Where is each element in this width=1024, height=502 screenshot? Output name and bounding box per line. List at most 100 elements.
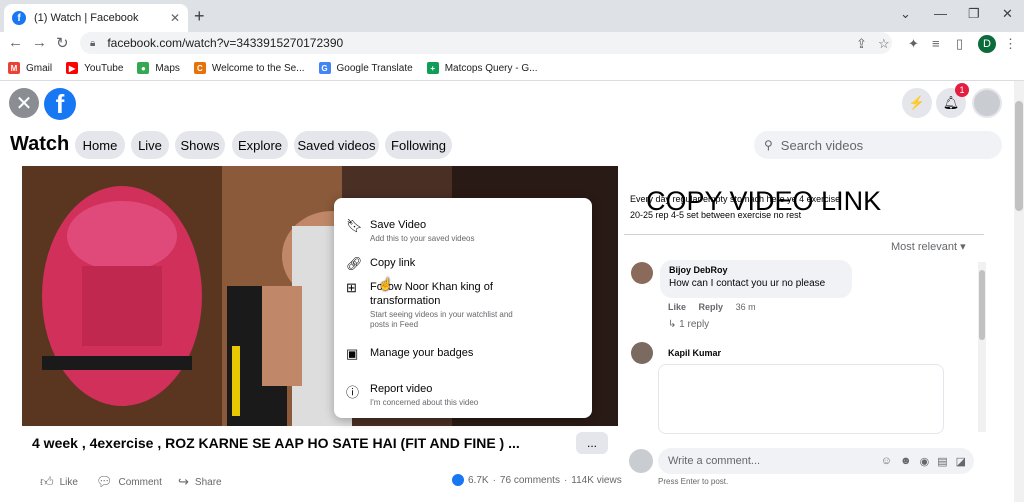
overlay-caption: COPY VIDEO LINK xyxy=(646,186,882,216)
bookmark-favicon-icon: M xyxy=(8,62,20,74)
address-bar[interactable]: 🔒︎ facebook.com/watch?v=3433915270172390 xyxy=(80,32,892,54)
thumbs-up-icon: 👍︎ xyxy=(40,474,54,489)
replies-label: 1 reply xyxy=(679,319,710,330)
tab-close-icon[interactable]: ✕ xyxy=(170,11,180,25)
tab-shows[interactable]: Shows xyxy=(175,131,225,159)
facebook-logo[interactable]: f xyxy=(44,88,76,120)
tab-search-icon[interactable]: ⌄ xyxy=(900,6,911,22)
page-scrollbar[interactable] xyxy=(1014,81,1024,502)
menu-item-follow[interactable]: ⊞ Follow Noor Khan king of transformatio… xyxy=(334,280,534,332)
comment-reply-button[interactable]: Reply xyxy=(699,302,724,312)
extensions-icon[interactable]: ✦ xyxy=(908,36,919,52)
emoji-icon[interactable]: ☻ xyxy=(900,455,912,468)
tab-saved-videos[interactable]: Saved videos xyxy=(294,131,379,159)
sticker-icon[interactable]: ◪ xyxy=(956,455,966,468)
my-avatar xyxy=(629,449,653,473)
side-panel-icon[interactable]: ▯ xyxy=(956,36,963,52)
bookmark-label: Matcops Query - G... xyxy=(444,62,538,74)
more-options-button[interactable]: ... xyxy=(576,432,608,454)
menu-item-save-video[interactable]: 🔖︎ Save Video Add this to your saved vid… xyxy=(334,218,592,250)
sort-dropdown[interactable]: Most relevant ▾ xyxy=(891,240,966,253)
comment-time[interactable]: 36 m xyxy=(736,302,756,312)
gif-icon[interactable]: ▤ xyxy=(937,455,947,468)
follow-icon: ⊞ xyxy=(346,280,357,295)
comment-tools: ☺ ☻ ◉ ▤ ◪ xyxy=(881,455,974,468)
bookmark-star-icon[interactable]: ☆ xyxy=(878,36,890,52)
commenter-avatar[interactable] xyxy=(631,342,653,364)
reload-icon[interactable]: ↻ xyxy=(56,34,69,52)
menu-item-title: Report video xyxy=(370,383,433,395)
search-icon: ⚲ xyxy=(764,138,773,152)
window-close-icon[interactable]: ✕ xyxy=(1002,6,1013,22)
tab-live[interactable]: Live xyxy=(131,131,169,159)
tab-following[interactable]: Following xyxy=(385,131,452,159)
view-replies-link[interactable]: ↳ 1 reply xyxy=(668,319,709,330)
reaction-icon xyxy=(452,474,464,486)
commenter-name[interactable]: Bijoy DebRoy xyxy=(669,265,843,275)
comment-like-button[interactable]: Like xyxy=(668,302,686,312)
menu-item-manage-badges[interactable]: ▣ Manage your badges xyxy=(334,346,592,366)
search-placeholder: Search videos xyxy=(780,137,864,153)
comment-input[interactable]: Write a comment... ☺ ☻ ◉ ▤ ◪ xyxy=(658,448,974,474)
search-input[interactable]: ⚲ Search videos xyxy=(754,131,1002,159)
bookmark-favicon-icon: G xyxy=(318,62,331,74)
facebook-favicon-icon: f xyxy=(12,11,26,25)
share-arrow-icon: ↪ xyxy=(178,474,189,489)
browser-tab[interactable]: f (1) Watch | Facebook ✕ xyxy=(4,4,188,32)
report-icon: ⓘ xyxy=(346,385,360,400)
menu-item-title: Save Video xyxy=(370,219,427,231)
bookmark-item[interactable]: ▶ YouTube xyxy=(66,62,123,74)
lock-icon: 🔒︎ xyxy=(90,37,96,49)
tab-strip: f (1) Watch | Facebook ✕ + ⌄ — ❐ ✕ xyxy=(0,0,1024,32)
like-button[interactable]: 👍︎ Like xyxy=(40,474,78,490)
browser-toolbar: ← → ↻ 🔒︎ facebook.com/watch?v=3433915270… xyxy=(0,32,1024,56)
menu-item-title: Copy link xyxy=(370,257,416,269)
avatar-sticker-icon[interactable]: ☺ xyxy=(881,455,892,468)
close-icon[interactable]: ✕ xyxy=(9,88,39,118)
camera-icon[interactable]: ◉ xyxy=(920,455,930,468)
share-icon[interactable]: ⇪ xyxy=(856,36,867,52)
menu-item-subtitle: I'm concerned about this video xyxy=(370,398,479,407)
bookmark-item[interactable]: M Gmail xyxy=(8,62,52,74)
comment-bubble: Bijoy DebRoy How can I contact you ur no… xyxy=(660,260,852,298)
comment-button[interactable]: 💬︎ Comment xyxy=(96,474,162,490)
comment-meta: Like Reply 36 m xyxy=(668,302,756,312)
minimize-icon[interactable]: — xyxy=(934,6,947,21)
bookmark-item[interactable]: + Matcops Query - G... xyxy=(426,62,538,74)
new-tab-button[interactable]: + xyxy=(194,6,205,27)
bookmark-favicon-icon: ▶ xyxy=(66,62,79,74)
tab-explore[interactable]: Explore xyxy=(232,131,288,159)
bookmark-item[interactable]: C Welcome to the Se... xyxy=(193,62,305,74)
bookmark-item[interactable]: G Google Translate xyxy=(318,62,413,74)
reply-arrow-icon: ↳ xyxy=(668,319,677,330)
back-icon[interactable]: ← xyxy=(8,34,23,51)
reaction-count[interactable]: 6.7K xyxy=(468,475,489,486)
commenter-avatar[interactable] xyxy=(631,262,653,284)
video-options-menu: 🔖︎ Save Video Add this to your saved vid… xyxy=(334,198,592,418)
menu-item-copy-link[interactable]: 🔗︎ Copy link xyxy=(334,256,592,276)
forward-icon[interactable]: → xyxy=(32,34,47,51)
mouse-cursor-icon: ☝ xyxy=(378,277,393,291)
sort-label: Most relevant xyxy=(891,241,958,253)
page-title: Watch xyxy=(10,133,70,155)
video-title: 4 week , 4exercise , ROZ KARNE SE AAP HO… xyxy=(32,435,520,451)
comment-image-frame xyxy=(658,364,944,434)
tab-home[interactable]: Home xyxy=(75,131,125,159)
profile-avatar[interactable]: D xyxy=(978,35,996,53)
bookmarks-bar: M Gmail ▶ YouTube ● Maps C Welcome to the Se...… xyxy=(0,58,1024,78)
menu-item-report-video[interactable]: ⓘ Report video I'm concerned about this … xyxy=(334,382,592,412)
account-avatar[interactable] xyxy=(972,88,1002,118)
messenger-icon[interactable]: ⚡ xyxy=(902,88,932,118)
restore-icon[interactable]: ❐ xyxy=(968,6,980,22)
bookmark-item[interactable]: ● Maps xyxy=(137,62,180,74)
bookmark-label: Maps xyxy=(155,62,180,74)
press-enter-hint: Press Enter to post. xyxy=(658,477,729,486)
commenter-name[interactable]: Kapil Kumar xyxy=(668,348,721,358)
comments-scrollbar[interactable] xyxy=(978,262,986,432)
menu-icon[interactable]: ⋮ xyxy=(1004,36,1017,52)
comments-count[interactable]: 76 comments xyxy=(500,475,560,486)
bookmark-label: Google Translate xyxy=(336,62,413,74)
reading-list-icon[interactable]: ≡ xyxy=(932,36,940,51)
share-button[interactable]: ↪ Share xyxy=(178,474,222,490)
comment-placeholder: Write a comment... xyxy=(668,455,761,467)
